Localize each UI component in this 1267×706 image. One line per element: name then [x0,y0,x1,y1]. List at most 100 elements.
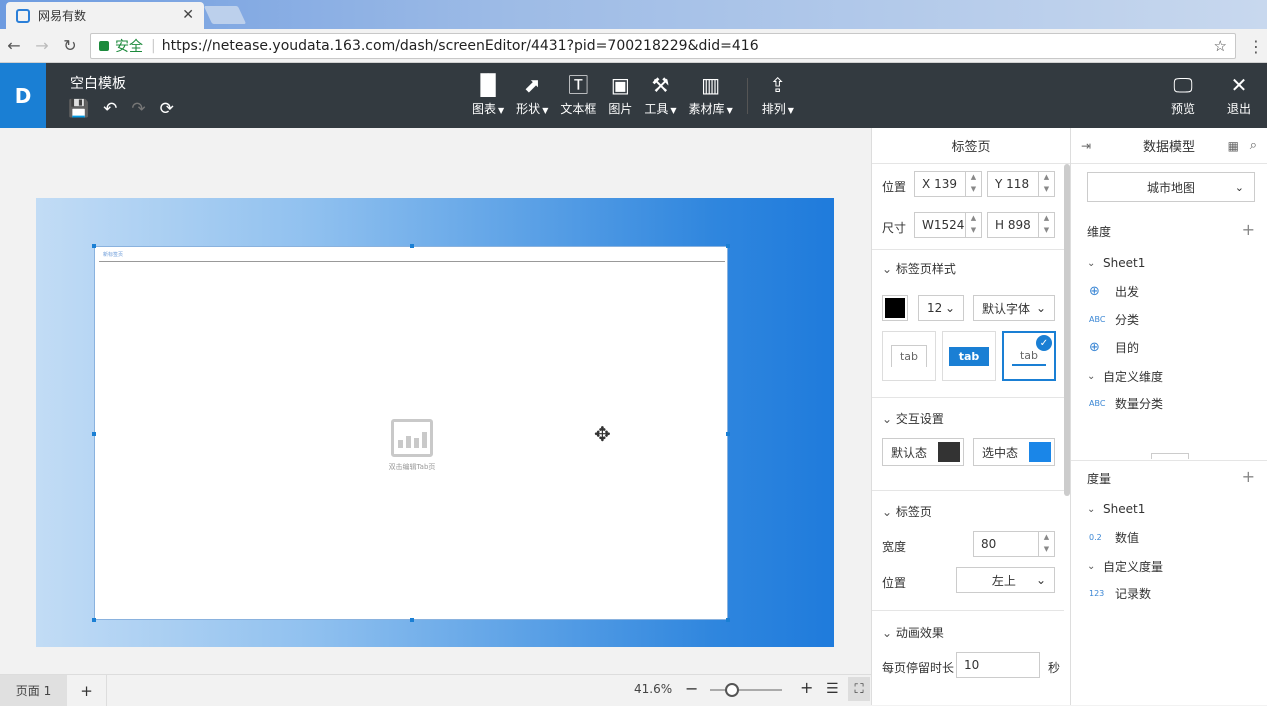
screen-stage[interactable]: 新标签页 双击编辑Tab页 [36,198,834,647]
zoom-out-button[interactable]: − [685,679,698,698]
height-input[interactable]: H 898 ▲ ▼ [987,212,1055,238]
dimension-field[interactable]: ⊕ 目的 [1089,339,1139,356]
default-state-color[interactable] [938,442,960,462]
x-stepper[interactable]: ▲ ▼ [965,172,981,196]
fit-screen-icon[interactable]: ⛶ [848,677,870,701]
page-tab[interactable]: 页面 1 [0,675,67,706]
dimension-field[interactable]: ABC 分类 [1089,311,1139,328]
animation-section[interactable]: 动画效果 [882,624,944,641]
tabpage-section[interactable]: 标签页 [882,503,932,520]
tab-width-input[interactable]: 80 ▲ ▼ [973,531,1055,557]
tab-widget[interactable]: 新标签页 双击编辑Tab页 [92,244,730,622]
stepper-down-icon[interactable]: ▼ [1039,225,1054,237]
close-tab-icon[interactable]: ✕ [182,7,194,23]
stepper-up-icon[interactable]: ▲ [1039,532,1054,544]
resize-handle-l[interactable] [92,432,96,436]
forward-icon[interactable]: → [28,36,56,55]
measure-field[interactable]: 0.2 数值 [1089,529,1139,546]
back-icon[interactable]: ← [0,36,28,55]
bookmark-star-icon[interactable]: ☆ [1214,37,1227,55]
app-logo-icon[interactable]: D [0,63,46,128]
measure-group-label: Sheet1 [1103,502,1146,516]
address-bar[interactable]: 安全 | https://netease.youdata.163.com/das… [90,33,1236,59]
dimension-field[interactable]: ABC 数量分类 [1089,395,1163,412]
browser-menu-icon[interactable]: ⋮ [1248,37,1264,56]
image-tool[interactable]: ▣ 图片 [602,63,638,128]
zoom-slider-track[interactable] [710,689,782,691]
selected-state-picker[interactable]: 选中态 [973,438,1055,466]
widget-tab-label[interactable]: 新标签页 [103,251,123,258]
refresh-icon[interactable]: ⟳ [160,99,174,119]
library-tool[interactable]: ▥ 素材库 ▼ [683,63,739,128]
resize-handle-t[interactable] [410,244,414,248]
template-title[interactable]: 空白模板 [70,73,126,93]
measure-group-sheet1[interactable]: ⌄ Sheet1 [1087,502,1145,516]
resize-handle-r[interactable] [726,432,730,436]
stepper-up-icon[interactable]: ▲ [966,172,981,184]
url-text[interactable]: https://netease.youdata.163.com/dash/scr… [162,38,759,54]
shape-tool[interactable]: ⬈ 形状 ▼ [510,63,554,128]
interaction-section[interactable]: 交互设置 [882,410,944,427]
add-dimension-button[interactable]: + [1242,220,1255,239]
textbox-tool[interactable]: 🅃 文本框 [554,63,602,128]
resize-handle-b[interactable] [410,618,414,622]
stepper-down-icon[interactable]: ▼ [1039,544,1054,556]
stepper-up-icon[interactable]: ▲ [966,213,981,225]
undo-icon[interactable]: ↶ [103,99,117,119]
tab-style-section[interactable]: 标签页样式 [882,260,956,277]
new-tab-button[interactable] [203,6,247,24]
font-color-swatch[interactable] [882,295,908,321]
stepper-down-icon[interactable]: ▼ [966,184,981,196]
tab-style-option-1[interactable]: tab [882,331,936,381]
stepper-down-icon[interactable]: ▼ [1039,184,1054,196]
font-family-select[interactable]: 默认字体 ⌄ [973,295,1055,321]
w-stepper[interactable]: ▲ ▼ [965,213,981,237]
tab-style-option-3[interactable]: tab ✓ [1002,331,1056,381]
stepper-up-icon[interactable]: ▲ [1039,213,1054,225]
resize-handle-tr[interactable] [726,244,730,248]
add-page-button[interactable]: + [67,675,107,706]
properties-scrollbar[interactable] [1064,164,1070,496]
dimension-field[interactable]: ⊕ 出发 [1089,283,1139,300]
resize-handle-tl[interactable] [92,244,96,248]
custom-dimension-group[interactable]: ⌄ 自定义维度 [1087,368,1163,385]
fit-width-icon[interactable]: ☰ [826,681,839,697]
table-view-icon[interactable]: ▦ [1228,139,1239,153]
exit-button[interactable]: ✕ 退出 [1211,63,1267,128]
custom-measure-group[interactable]: ⌄ 自定义度量 [1087,558,1163,575]
editor-canvas[interactable]: 新标签页 双击编辑Tab页 ✥ [0,128,871,674]
y-stepper[interactable]: ▲ ▼ [1038,172,1054,196]
save-icon[interactable]: 💾 [68,99,89,119]
y-position-input[interactable]: Y 118 ▲ ▼ [987,171,1055,197]
collapse-panel-icon[interactable]: ⇥ [1081,139,1091,153]
preview-button[interactable]: 🖵 预览 [1155,63,1211,128]
width-input[interactable]: W 1524 ▲ ▼ [914,212,982,238]
zoom-in-button[interactable]: + [800,678,813,697]
utility-tool[interactable]: ⚒ 工具 ▼ [638,63,682,128]
add-measure-button[interactable]: + [1242,467,1255,486]
redo-icon[interactable]: ↷ [131,99,145,119]
resize-grip[interactable] [1151,453,1189,459]
arrange-tool[interactable]: ⇪ 排列 ▼ [756,63,800,128]
stepper-down-icon[interactable]: ▼ [966,225,981,237]
stepper-up-icon[interactable]: ▲ [1039,172,1054,184]
browser-tab[interactable]: 网易有数 ✕ [6,2,204,29]
resize-handle-bl[interactable] [92,618,96,622]
tab-position-select[interactable]: 左上 ⌄ [956,567,1055,593]
default-state-picker[interactable]: 默认态 [882,438,964,466]
font-size-select[interactable]: 12 ⌄ [918,295,964,321]
dimension-group-sheet1[interactable]: ⌄ Sheet1 [1087,256,1145,270]
h-stepper[interactable]: ▲ ▼ [1038,213,1054,237]
chart-tool[interactable]: ▐▌ 图表 ▼ [466,63,510,128]
search-icon[interactable]: ⌕ [1250,138,1257,153]
measure-field[interactable]: 123 记录数 [1089,585,1151,602]
zoom-slider-knob[interactable] [724,683,739,697]
dataset-select[interactable]: 城市地图 ⌄ [1087,172,1255,202]
selected-state-color[interactable] [1029,442,1051,462]
tab-style-option-2[interactable]: tab [942,331,996,381]
reload-icon[interactable]: ↻ [56,36,84,55]
x-position-input[interactable]: X 139 ▲ ▼ [914,171,982,197]
tab-width-stepper[interactable]: ▲ ▼ [1038,532,1054,556]
dwell-input[interactable]: 10 [956,652,1040,678]
resize-handle-br[interactable] [726,618,730,622]
